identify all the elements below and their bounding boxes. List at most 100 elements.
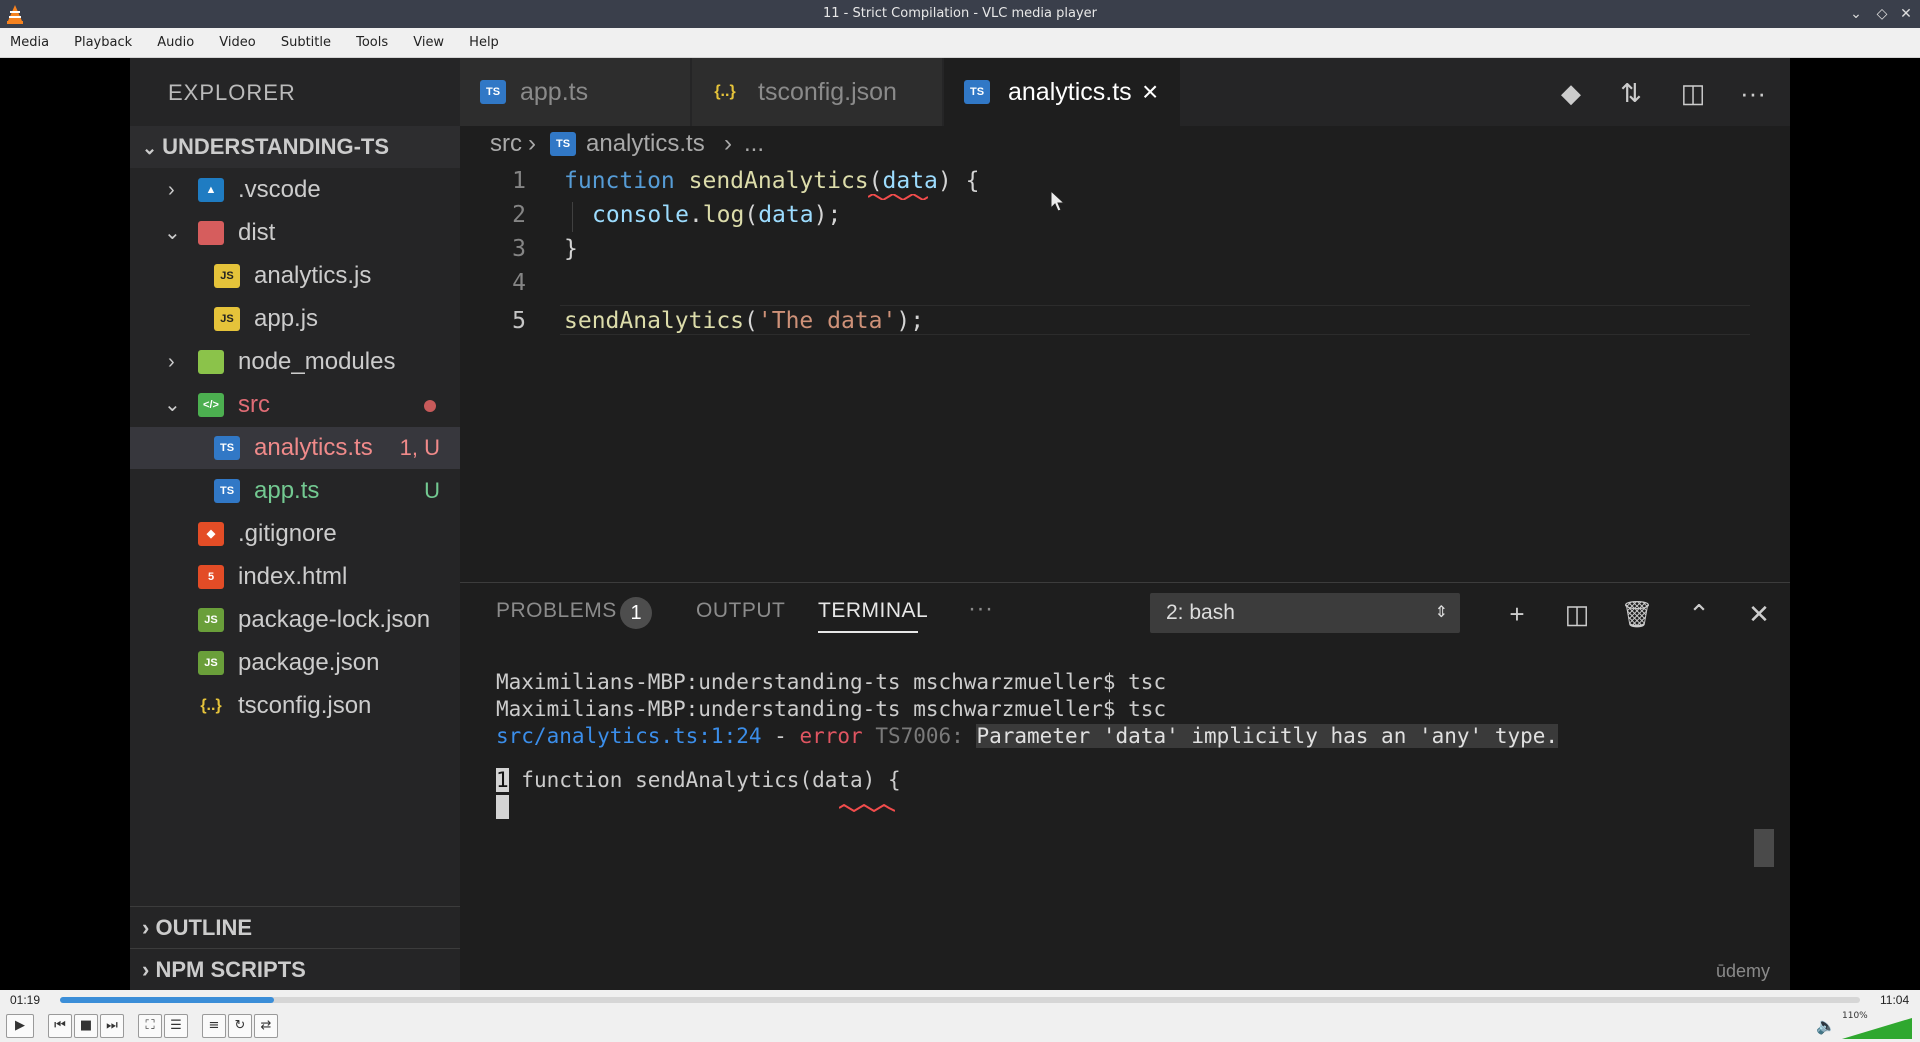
terminal-source-line: 1 function sendAnalytics(data) { [496, 768, 901, 792]
active-tab-underline [818, 631, 918, 633]
volume-label: 110% [1842, 1011, 1868, 1021]
outline-section[interactable]: › OUTLINE [130, 906, 460, 948]
shuffle-button[interactable]: ⇄ [254, 1014, 278, 1038]
folder-open-icon [198, 221, 224, 245]
chevron-down-icon: ⌄ [164, 394, 181, 416]
split-editor-icon: ◫ [1680, 78, 1706, 108]
tree-item-label: analytics.js [254, 262, 372, 289]
tree-item-app-js: JS app.js [130, 298, 460, 340]
stop-button[interactable]: ■ [74, 1014, 98, 1038]
terminal-scrollbar[interactable] [1754, 829, 1774, 867]
tree-item-badge: 1, U [399, 435, 440, 460]
new-terminal-icon: + [1509, 599, 1525, 629]
menu-tools[interactable]: Tools [346, 28, 398, 58]
menu-bar: Media Playback Audio Video Subtitle Tool… [0, 28, 1920, 58]
close-icon[interactable]: ✕ [1896, 4, 1916, 24]
speaker-icon[interactable]: 🔈 [1816, 1016, 1836, 1035]
npm-scripts-section[interactable]: › NPM SCRIPTS [130, 948, 460, 990]
terminal-output[interactable]: Maximilians-MBP:understanding-ts mschwar… [496, 669, 1559, 821]
js-file-icon: JS [214, 264, 240, 288]
maximize-icon[interactable]: ◇ [1872, 4, 1892, 24]
terminal-line: Maximilians-MBP:understanding-ts mschwar… [496, 697, 1167, 721]
vscode-window: EXPLORER ⌄ UNDERSTANDING-TS › ▲ .vscode … [130, 58, 1790, 990]
terminal-error-line: src/analytics.ts:1:24 - error TS7006: Pa… [496, 724, 1559, 748]
git-icon: ◆ [1561, 78, 1581, 108]
breadcrumb-more: ... [744, 130, 765, 157]
line-number: 1 [512, 168, 526, 194]
close-panel-icon: ✕ [1748, 599, 1770, 629]
menu-help[interactable]: Help [459, 28, 509, 58]
tree-item-label: app.ts [254, 477, 320, 504]
menu-subtitle[interactable]: Subtitle [271, 28, 341, 58]
explorer-title: EXPLORER [168, 80, 296, 105]
extended-settings-button[interactable]: ☰ [164, 1014, 188, 1038]
explorer-root-folder: ⌄ UNDERSTANDING-TS [130, 126, 460, 168]
node-file-icon: JS [198, 651, 224, 675]
tree-item-index-html: 5 index.html [130, 556, 460, 598]
terminal-select-value: 2: bash [1166, 601, 1235, 624]
ts-file-icon: TS [480, 80, 506, 104]
line-number: 5 [512, 308, 526, 334]
npm-scripts-label: NPM SCRIPTS [155, 957, 306, 982]
tree-item-analytics-js: JS analytics.js [130, 255, 460, 297]
terminal-select: 2: bash ⇕ [1150, 593, 1460, 633]
chevron-right-icon: › [528, 130, 536, 157]
menu-view[interactable]: View [403, 28, 454, 58]
code-editor[interactable]: 1 2 3 4 5 function sendAnalytics(data) {… [460, 162, 1790, 582]
breadcrumb: src › TS analytics.ts › ... [460, 126, 1790, 162]
modified-dot-icon [424, 400, 436, 412]
tree-item-app-ts: TS app.ts U [130, 470, 460, 512]
terminal-underline [496, 794, 1558, 821]
tree-item-dist: ⌄ dist [130, 212, 460, 254]
menu-audio[interactable]: Audio [147, 28, 204, 58]
tab-app-ts: TS app.ts [460, 58, 690, 126]
tree-item-src: ⌄ </> src [130, 384, 460, 426]
tree-item-label: app.js [254, 305, 319, 332]
player-controls: ▶ ⏮ ■ ⏭ ⛶ ☰ ≡ ↻ ⇄ 🔈 110% [0, 1010, 1920, 1042]
fullscreen-button[interactable]: ⛶ [138, 1014, 162, 1038]
minimize-icon[interactable]: ⌄ [1846, 4, 1866, 24]
ts-file-icon: TS [214, 436, 240, 460]
outline-label: OUTLINE [155, 915, 253, 940]
menu-playback[interactable]: Playback [64, 28, 142, 58]
tree-item-gitignore: ◆ .gitignore [130, 513, 460, 555]
total-time: 11:04 [1880, 993, 1910, 1007]
tab-label: app.ts [520, 78, 589, 106]
menu-video[interactable]: Video [209, 28, 265, 58]
line-number: 2 [512, 202, 526, 228]
tree-item-label: analytics.ts [254, 434, 373, 461]
tree-item-label: .vscode [238, 176, 321, 203]
select-arrows-icon: ⇕ [1434, 604, 1448, 621]
panel-more-icon: ··· [968, 595, 994, 622]
tree-item-node-modules: › node_modules [130, 341, 460, 383]
tab-output: OUTPUT [696, 599, 786, 622]
git-file-icon: ◆ [198, 522, 224, 546]
more-actions-icon: ··· [1740, 78, 1766, 108]
chevron-right-icon: › [168, 179, 175, 201]
root-folder-label: UNDERSTANDING-TS [162, 134, 390, 159]
tab-label: tsconfig.json [758, 78, 897, 106]
src-folder-icon: </> [198, 393, 224, 417]
tab-analytics-ts: TS analytics.ts × [944, 58, 1180, 126]
seek-bar-row: 01:19 11:04 [0, 990, 1920, 1010]
ts-file-icon: TS [964, 80, 990, 104]
tab-label: analytics.ts [1008, 78, 1132, 106]
loop-button[interactable]: ↻ [228, 1014, 252, 1038]
playlist-button[interactable]: ≡ [202, 1014, 226, 1038]
video-area[interactable]: EXPLORER ⌄ UNDERSTANDING-TS › ▲ .vscode … [0, 58, 1920, 990]
tab-problems: PROBLEMS [496, 599, 617, 622]
code-line-2: console.log(data); [592, 202, 842, 228]
udemy-watermark: ūdemy [1715, 961, 1770, 981]
html-file-icon: 5 [198, 565, 224, 589]
tab-terminal: TERMINAL [818, 599, 929, 622]
seek-slider[interactable] [60, 997, 1860, 1003]
tab-close-icon: × [1142, 76, 1159, 107]
trash-icon: 🗑 [1620, 599, 1654, 629]
line-number: 4 [512, 270, 526, 296]
menu-media[interactable]: Media [0, 28, 59, 58]
previous-button[interactable]: ⏮ [48, 1014, 72, 1038]
chevron-right-icon: › [142, 957, 156, 982]
tree-item-label: package.json [238, 649, 380, 676]
play-button[interactable]: ▶ [6, 1014, 34, 1038]
next-button[interactable]: ⏭ [100, 1014, 124, 1038]
